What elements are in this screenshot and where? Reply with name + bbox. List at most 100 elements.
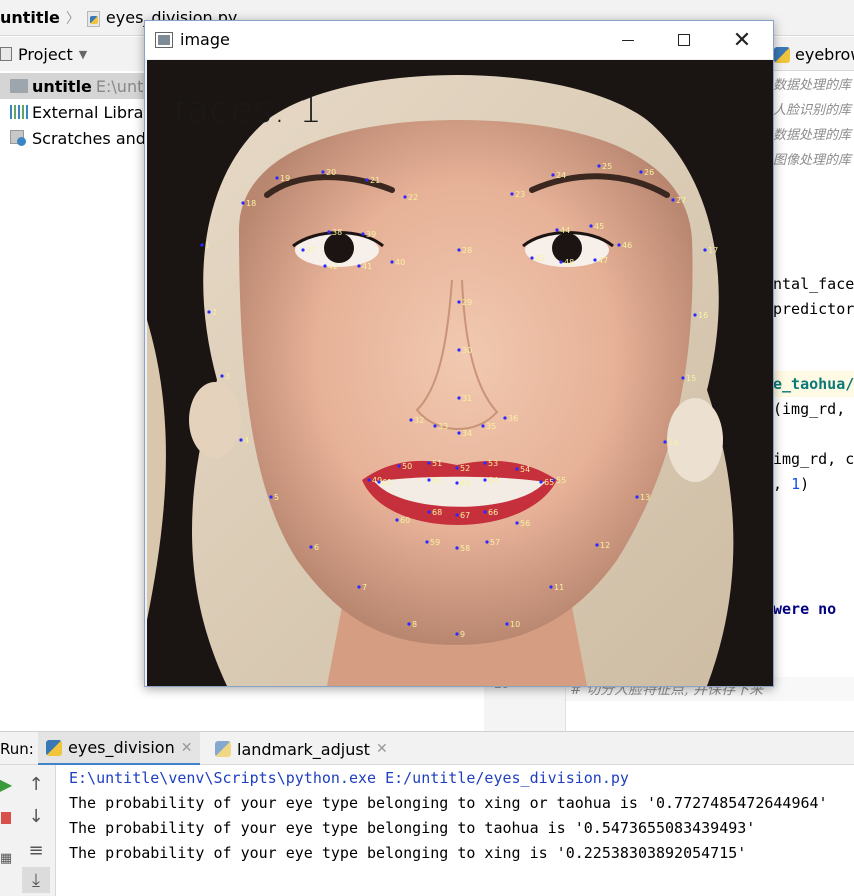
breadcrumb-project[interactable]: untitle bbox=[0, 8, 60, 27]
landmark-point bbox=[427, 478, 431, 482]
python-file-icon bbox=[774, 46, 790, 63]
landmark-label: 5 bbox=[274, 493, 279, 502]
landmark-point bbox=[321, 170, 325, 174]
rerun-button[interactable]: ▶ bbox=[0, 771, 12, 797]
landmark-label: 11 bbox=[554, 583, 564, 592]
landmark-point bbox=[593, 258, 597, 262]
landmark-label: 55 bbox=[556, 476, 566, 485]
landmark-label: 42 bbox=[328, 262, 338, 271]
landmark-point bbox=[407, 622, 411, 626]
chevron-down-icon[interactable]: ▼ bbox=[79, 48, 87, 61]
landmark-point bbox=[323, 264, 327, 268]
landmark-label: 35 bbox=[486, 422, 496, 431]
landmark-point bbox=[597, 164, 601, 168]
landmark-label: 4 bbox=[244, 436, 249, 445]
code-comment-line: 数据处理的库 bbox=[773, 128, 852, 143]
code-comment-line: 人脸识别的库 bbox=[773, 103, 852, 118]
run-tab-eyes-division[interactable]: eyes_division ✕ bbox=[38, 732, 201, 766]
landmark-label: 22 bbox=[408, 193, 418, 202]
landmark-label: 36 bbox=[508, 414, 518, 423]
landmark-point bbox=[510, 192, 514, 196]
landmark-point bbox=[485, 540, 489, 544]
rerun-icon: ▶ bbox=[0, 774, 13, 794]
landmark-label: 47 bbox=[598, 256, 608, 265]
run-label: Run: bbox=[0, 740, 34, 758]
code-line: (img_rd, bbox=[773, 400, 846, 418]
landmark-label: 12 bbox=[600, 541, 610, 550]
landmark-label: 57 bbox=[490, 538, 500, 547]
arrow-down-icon: ↓ bbox=[28, 805, 44, 827]
landmark-point bbox=[530, 256, 534, 260]
landmark-point bbox=[455, 466, 459, 470]
landmark-point bbox=[455, 513, 459, 517]
folder-icon bbox=[10, 79, 28, 93]
landmark-label: 15 bbox=[686, 374, 696, 383]
image-window-titlebar[interactable]: image ✕ bbox=[145, 21, 773, 59]
scroll-to-end-button[interactable]: ⤓ bbox=[22, 867, 50, 893]
landmark-point bbox=[551, 173, 555, 177]
run-console[interactable]: E:\untitle\venv\Scripts\python.exe E:/un… bbox=[56, 765, 854, 896]
minimize-icon bbox=[622, 39, 634, 41]
code-line: img_rd, c bbox=[773, 450, 854, 468]
landmark-point bbox=[457, 248, 461, 252]
landmark-point bbox=[483, 510, 487, 514]
code-line: e_taohua/ bbox=[773, 375, 854, 393]
close-window-button[interactable]: ✕ bbox=[719, 21, 765, 59]
editor-tab-label: eyebrow bbox=[795, 45, 854, 64]
python-icon bbox=[215, 741, 231, 757]
landmark-label: 10 bbox=[510, 620, 520, 629]
minimize-button[interactable] bbox=[605, 21, 651, 59]
scroll-up-button[interactable]: ↑ bbox=[22, 771, 50, 797]
landmark-point bbox=[483, 461, 487, 465]
window-title: image bbox=[180, 30, 230, 49]
landmark-label: 64 bbox=[488, 476, 498, 485]
scroll-down-button[interactable]: ↓ bbox=[22, 803, 50, 829]
landmark-label: 37 bbox=[306, 246, 316, 255]
left-earring bbox=[189, 382, 241, 458]
landmark-point bbox=[241, 201, 245, 205]
scratches-icon bbox=[10, 130, 28, 146]
wrap-icon: ≡ bbox=[28, 839, 44, 861]
landmark-label: 53 bbox=[488, 459, 498, 468]
landmark-point bbox=[327, 230, 331, 234]
soft-wrap-button[interactable]: ≡ bbox=[22, 837, 50, 863]
landmark-label: 40 bbox=[395, 258, 405, 267]
landmark-label: 7 bbox=[362, 583, 367, 592]
python-icon bbox=[46, 739, 62, 756]
landmark-point bbox=[455, 546, 459, 550]
landmark-label: 68 bbox=[432, 508, 442, 517]
landmark-label: 23 bbox=[515, 190, 525, 199]
run-tab-landmark-adjust[interactable]: landmark_adjust ✕ bbox=[207, 732, 396, 766]
landmark-label: 49 bbox=[372, 476, 382, 485]
console-line: E:\untitle\venv\Scripts\python.exe E:/un… bbox=[69, 769, 629, 787]
layout-button[interactable]: ▦ bbox=[0, 845, 12, 871]
landmark-label: 14 bbox=[668, 438, 678, 447]
landmark-point bbox=[275, 176, 279, 180]
left-iris bbox=[324, 233, 354, 263]
landmark-label: 62 bbox=[432, 476, 442, 485]
landmark-label: 29 bbox=[462, 298, 472, 307]
close-icon[interactable]: ✕ bbox=[376, 741, 388, 757]
landmark-label: 25 bbox=[602, 162, 612, 171]
landmark-label: 39 bbox=[366, 230, 376, 239]
project-panel-title[interactable]: Project bbox=[18, 45, 73, 64]
landmark-label: 18 bbox=[246, 199, 256, 208]
landmark-point bbox=[481, 424, 485, 428]
landmark-point bbox=[455, 632, 459, 636]
landmark-point bbox=[539, 480, 543, 484]
landmark-label: 61 bbox=[382, 478, 392, 487]
stop-icon bbox=[1, 812, 11, 824]
code-comment-line: 数据处理的库 bbox=[773, 78, 852, 93]
landmark-label: 6 bbox=[314, 543, 319, 552]
landmark-label: 46 bbox=[622, 241, 632, 250]
image-window[interactable]: image ✕ 1 2 3 4 5 6 7 8 9 10 11 12 13 14… bbox=[144, 20, 774, 687]
stop-button[interactable] bbox=[0, 805, 12, 831]
editor-tab-eyebrow[interactable]: eyebrow bbox=[774, 45, 854, 64]
close-icon[interactable]: ✕ bbox=[181, 740, 193, 756]
landmark-point bbox=[693, 313, 697, 317]
project-view-icon bbox=[0, 47, 12, 61]
code-comment-line: 图像处理的库 bbox=[773, 153, 852, 168]
landmark-point bbox=[483, 478, 487, 482]
landmark-label: 59 bbox=[430, 538, 440, 547]
maximize-button[interactable] bbox=[661, 21, 707, 59]
